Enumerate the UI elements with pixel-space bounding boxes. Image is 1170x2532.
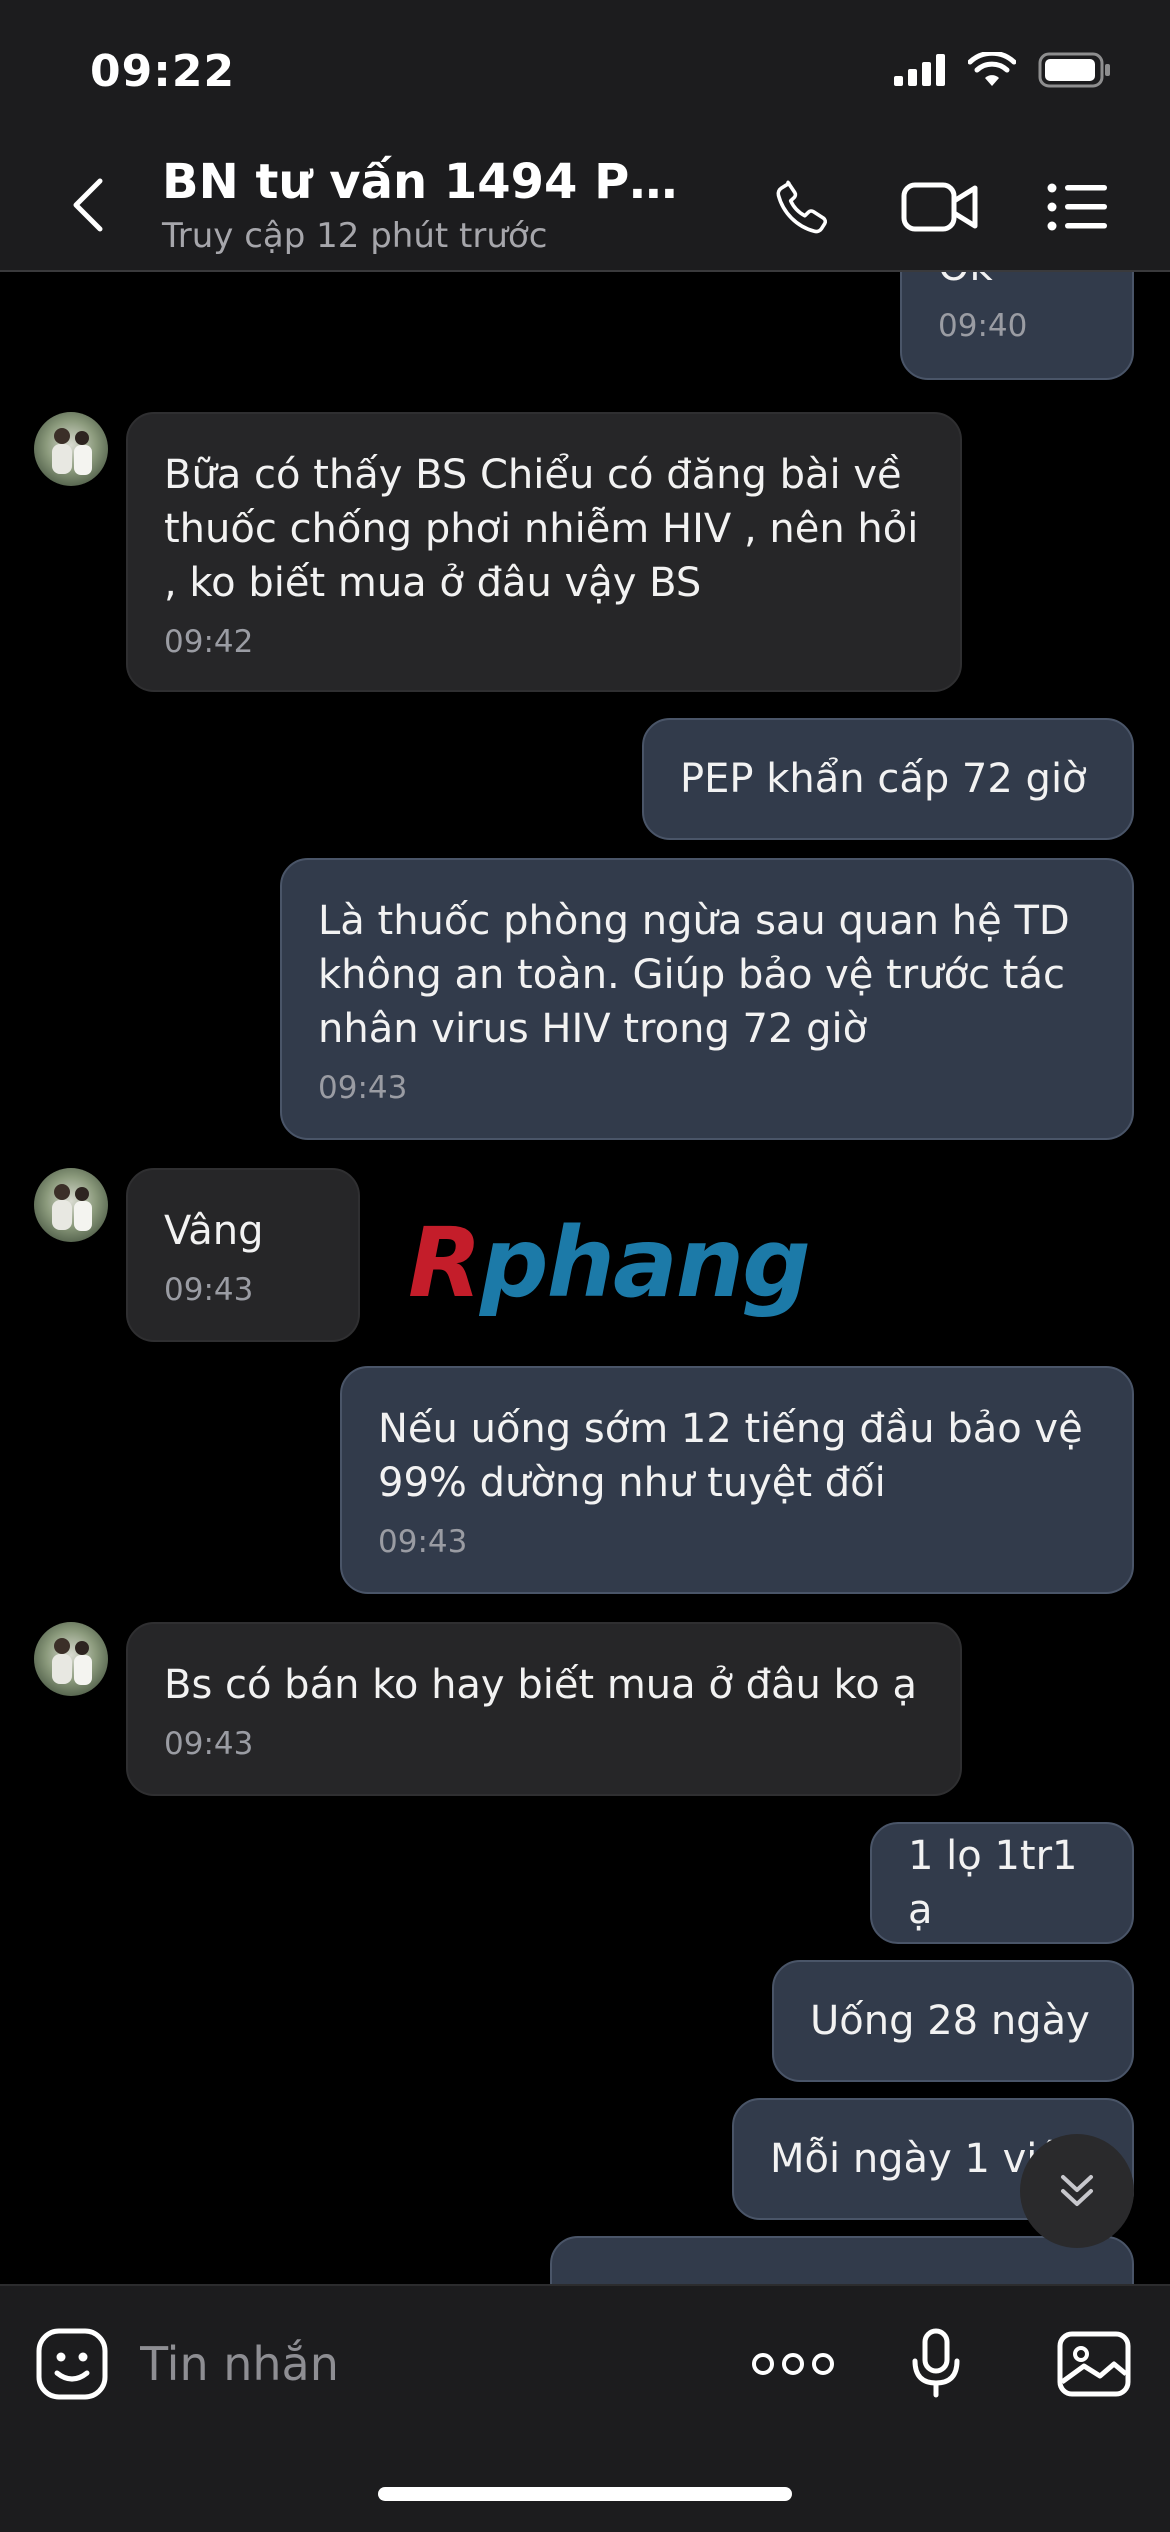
message-time: 09:42 — [164, 624, 254, 660]
message-time: 09:40 — [938, 308, 1028, 344]
chat-header: BN tư vấn 1494 PEP... Truy cập 12 phút t… — [0, 140, 1170, 272]
voice-record-button[interactable] — [894, 2322, 978, 2406]
message-text: PEP khẩn cấp 72 giờ — [680, 756, 1087, 802]
message-bubble-outgoing[interactable] — [550, 2236, 1134, 2284]
chevron-left-icon — [73, 178, 103, 232]
message-bubble-outgoing[interactable]: Uống 28 ngày — [772, 1960, 1134, 2082]
back-button[interactable] — [58, 170, 118, 240]
chat-screen: 09:22 BN tư vấn 1494 PEP... Truy cập 12 … — [0, 0, 1170, 2532]
gallery-button[interactable] — [1052, 2322, 1136, 2406]
status-bar: 09:22 — [0, 0, 1170, 140]
avatar-photo — [52, 1638, 92, 1685]
emoji-icon — [36, 2328, 108, 2400]
wifi-icon — [968, 52, 1016, 86]
message-bubble-outgoing[interactable]: PEP khẩn cấp 72 giờ — [642, 718, 1134, 840]
message-text: Vâng — [164, 1208, 264, 1254]
battery-icon — [1038, 52, 1110, 88]
message-bubble-incoming[interactable]: Vâng 09:43 — [126, 1168, 360, 1342]
watermark-first: R — [408, 1207, 482, 1319]
message-bubble-outgoing[interactable]: Nếu uống sớm 12 tiếng đầu bảo vệ 99% dườ… — [340, 1366, 1134, 1594]
message-time: 09:43 — [318, 1070, 408, 1106]
avatar-photo — [52, 428, 92, 475]
list-icon — [1047, 183, 1107, 231]
chevron-double-down-icon — [1061, 2175, 1093, 2206]
last-seen-status: Truy cập 12 phút trước — [162, 216, 548, 256]
message-time: 09:43 — [378, 1524, 468, 1560]
contact-avatar[interactable] — [34, 1168, 108, 1242]
message-time: 09:43 — [164, 1272, 254, 1308]
signal-icon — [894, 54, 945, 86]
message-text: Bs có bán ko hay biết mua ở đâu ko ạ — [164, 1662, 917, 1708]
message-bubble-outgoing[interactable]: 1 lọ 1tr1 ạ — [870, 1822, 1134, 1944]
status-time: 09:22 — [90, 46, 236, 97]
message-list[interactable]: Ok 09:40 Bữa có thấy BS Chiểu có đăng bà… — [0, 272, 1170, 2284]
message-text: Là thuốc phòng ngừa sau quan hệ TD không… — [318, 898, 1070, 1052]
image-icon — [1057, 2331, 1131, 2397]
more-options-button[interactable] — [748, 2322, 838, 2406]
status-icons — [894, 52, 1112, 88]
contact-avatar[interactable] — [34, 1622, 108, 1696]
message-bubble-incoming[interactable]: Bs có bán ko hay biết mua ở đâu ko ạ 09:… — [126, 1622, 962, 1796]
message-bubble-outgoing[interactable]: Là thuốc phòng ngừa sau quan hệ TD không… — [280, 858, 1134, 1140]
avatar-photo — [52, 1184, 92, 1231]
message-text: Ok — [938, 272, 1096, 294]
menu-button[interactable] — [1036, 170, 1120, 244]
message-input[interactable] — [140, 2326, 700, 2402]
microphone-icon — [912, 2328, 960, 2398]
message-time: 09:43 — [164, 1726, 254, 1762]
message-text: Bữa có thấy BS Chiểu có đăng bài về thuố… — [164, 452, 919, 606]
video-call-button[interactable] — [898, 170, 982, 244]
watermark-rest: phang — [479, 1207, 811, 1319]
message-bubble-incoming[interactable]: Bữa có thấy BS Chiểu có đăng bài về thuố… — [126, 412, 962, 692]
contact-avatar[interactable] — [34, 412, 108, 486]
chat-title[interactable]: BN tư vấn 1494 PEP... — [162, 154, 702, 210]
scroll-to-bottom-button[interactable] — [1020, 2134, 1134, 2248]
message-text: Nếu uống sớm 12 tiếng đầu bảo vệ 99% dườ… — [378, 1406, 1083, 1506]
message-text: 1 lọ 1tr1 ạ — [908, 1833, 1078, 1933]
watermark-logo: Rphang — [408, 1207, 811, 1319]
home-indicator[interactable] — [378, 2487, 792, 2501]
more-dots-icon — [752, 2353, 834, 2375]
video-camera-icon — [901, 182, 978, 232]
message-bubble-outgoing[interactable]: Ok 09:40 — [900, 272, 1134, 380]
call-button[interactable] — [760, 170, 844, 244]
phone-icon — [776, 180, 828, 234]
message-text: Uống 28 ngày — [810, 1998, 1090, 2044]
emoji-button[interactable] — [30, 2322, 114, 2406]
